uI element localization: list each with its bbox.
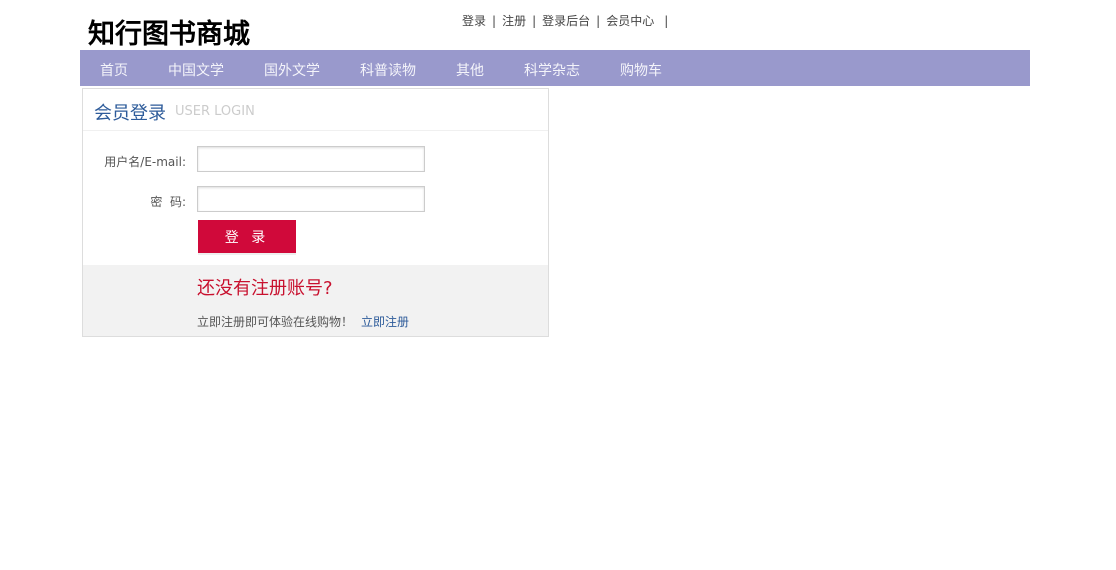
login-subtitle: USER LOGIN xyxy=(175,104,255,119)
nav-foreign-literature[interactable]: 国外文学 xyxy=(264,60,320,80)
nav-popular-science[interactable]: 科普读物 xyxy=(360,60,416,80)
login-title: 会员登录 xyxy=(94,103,166,124)
nav-science-magazines[interactable]: 科学杂志 xyxy=(524,60,580,80)
separator: | xyxy=(664,14,669,28)
login-link[interactable]: 登录 xyxy=(462,14,486,28)
password-label: 密 码: xyxy=(150,195,186,209)
login-panel: 会员登录 USER LOGIN 用户名/E-mail: 密 码: 登 录 还没有… xyxy=(82,88,549,337)
register-question: 还没有注册账号? xyxy=(197,278,333,299)
nav-chinese-literature[interactable]: 中国文学 xyxy=(168,60,224,80)
nav-other[interactable]: 其他 xyxy=(456,60,484,80)
username-input[interactable] xyxy=(197,146,425,172)
site-logo: 知行图书商城 xyxy=(88,19,250,50)
top-links: 登录 | 注册 | 登录后台 | 会员中心 | xyxy=(462,12,674,29)
register-now-link[interactable]: 立即注册 xyxy=(361,315,409,329)
login-header: 会员登录 USER LOGIN xyxy=(83,89,548,131)
admin-login-link[interactable]: 登录后台 xyxy=(542,14,590,28)
nav-cart[interactable]: 购物车 xyxy=(620,60,662,80)
register-hint: 立即注册即可体验在线购物！ 立即注册 xyxy=(197,313,409,330)
separator: | xyxy=(596,14,601,28)
register-section: 还没有注册账号? 立即注册即可体验在线购物！ 立即注册 xyxy=(83,265,548,336)
username-label: 用户名/E-mail: xyxy=(104,155,186,169)
separator: | xyxy=(532,14,537,28)
register-link[interactable]: 注册 xyxy=(502,14,526,28)
login-button[interactable]: 登 录 xyxy=(198,220,296,253)
member-center-link[interactable]: 会员中心 xyxy=(606,14,654,28)
password-input[interactable] xyxy=(197,186,425,212)
register-hint-text: 立即注册即可体验在线购物！ xyxy=(197,315,354,329)
separator: | xyxy=(492,14,497,28)
nav-home[interactable]: 首页 xyxy=(100,60,128,80)
main-nav: 首页 中国文学 国外文学 科普读物 其他 科学杂志 购物车 xyxy=(80,50,1030,86)
